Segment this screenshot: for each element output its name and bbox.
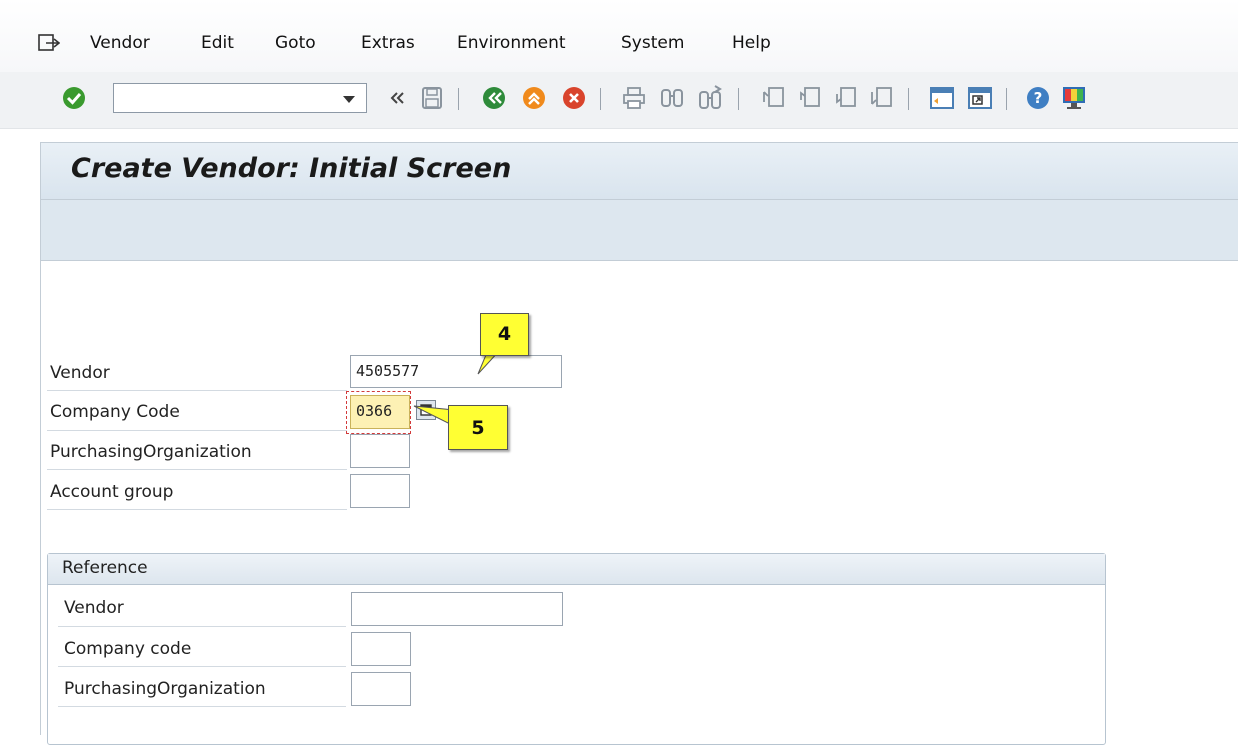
- collapse-icon[interactable]: [382, 84, 410, 112]
- account-group-field[interactable]: [350, 474, 410, 508]
- new-session-icon[interactable]: [928, 84, 956, 112]
- toolbar-separator: [908, 88, 909, 110]
- menu-exit-icon[interactable]: [38, 34, 60, 52]
- row-divider: [47, 390, 347, 391]
- account-group-label: Account group: [50, 482, 174, 502]
- menu-extras[interactable]: Extras: [361, 33, 415, 53]
- row-divider: [47, 430, 347, 431]
- purchasing-org-label: PurchasingOrganization: [50, 442, 252, 462]
- reference-purchasing-org-label: PurchasingOrganization: [64, 679, 266, 699]
- callout-5: 5: [448, 405, 508, 450]
- company-code-label: Company Code: [50, 402, 180, 422]
- cancel-icon[interactable]: [560, 84, 588, 112]
- application-toolbar: [41, 200, 1238, 261]
- row-divider: [58, 706, 346, 707]
- page-title: Create Vendor: Initial Screen: [71, 153, 512, 184]
- row-divider: [47, 509, 347, 510]
- reference-group-title: Reference: [62, 558, 148, 578]
- callout-5-number: 5: [471, 417, 485, 439]
- find-next-icon[interactable]: [696, 84, 724, 112]
- previous-page-icon[interactable]: [796, 84, 824, 112]
- first-page-icon[interactable]: [760, 84, 788, 112]
- find-icon[interactable]: [658, 84, 686, 112]
- command-field[interactable]: [113, 83, 367, 113]
- menu-edit[interactable]: Edit: [201, 33, 234, 53]
- reference-company-code-field[interactable]: [351, 632, 411, 666]
- vendor-label: Vendor: [50, 363, 110, 383]
- customize-layout-icon[interactable]: [1060, 84, 1088, 112]
- last-page-icon[interactable]: [868, 84, 896, 112]
- menu-environment[interactable]: Environment: [457, 33, 566, 53]
- reference-group-header: Reference: [48, 554, 1105, 585]
- print-icon[interactable]: [620, 84, 648, 112]
- reference-group: Reference Vendor Company code Purchasing…: [47, 553, 1106, 745]
- menu-vendor[interactable]: Vendor: [90, 33, 150, 53]
- standard-toolbar: ?: [0, 72, 1238, 129]
- reference-company-code-label: Company code: [64, 639, 192, 659]
- toolbar-separator: [738, 88, 739, 110]
- menu-goto[interactable]: Goto: [275, 33, 316, 53]
- row-divider: [58, 666, 346, 667]
- menu-system[interactable]: System: [621, 33, 684, 53]
- enter-icon[interactable]: [60, 84, 88, 112]
- callout-4-number: 4: [497, 323, 512, 345]
- title-bar: Create Vendor: Initial Screen: [41, 142, 1238, 200]
- exit-icon[interactable]: [520, 84, 548, 112]
- vendor-field-value: 4505577: [356, 362, 420, 380]
- next-page-icon[interactable]: [832, 84, 860, 112]
- reference-purchasing-org-field[interactable]: [351, 672, 411, 706]
- menu-bar: Vendor Edit Goto Extras Environment Syst…: [0, 0, 1238, 72]
- row-divider: [47, 469, 347, 470]
- reference-vendor-field[interactable]: [351, 592, 563, 626]
- command-dropdown-icon[interactable]: [342, 95, 356, 104]
- save-icon[interactable]: [418, 84, 446, 112]
- purchasing-org-field[interactable]: [350, 434, 410, 468]
- toolbar-separator: [600, 88, 601, 110]
- callout-4: 4: [480, 313, 529, 356]
- toolbar-separator: [458, 88, 459, 110]
- menu-help[interactable]: Help: [732, 33, 771, 53]
- back-icon[interactable]: [480, 84, 508, 112]
- toolbar-separator: [1006, 88, 1007, 110]
- reference-vendor-label: Vendor: [64, 598, 124, 618]
- focus-indicator: [346, 391, 411, 434]
- vendor-field[interactable]: 4505577: [350, 355, 562, 388]
- help-icon[interactable]: ?: [1024, 84, 1052, 112]
- create-shortcut-icon[interactable]: [966, 84, 994, 112]
- row-divider: [58, 626, 346, 627]
- svg-text:?: ?: [1034, 89, 1043, 107]
- main-panel: Create Vendor: Initial Screen Vendor 450…: [40, 142, 1238, 745]
